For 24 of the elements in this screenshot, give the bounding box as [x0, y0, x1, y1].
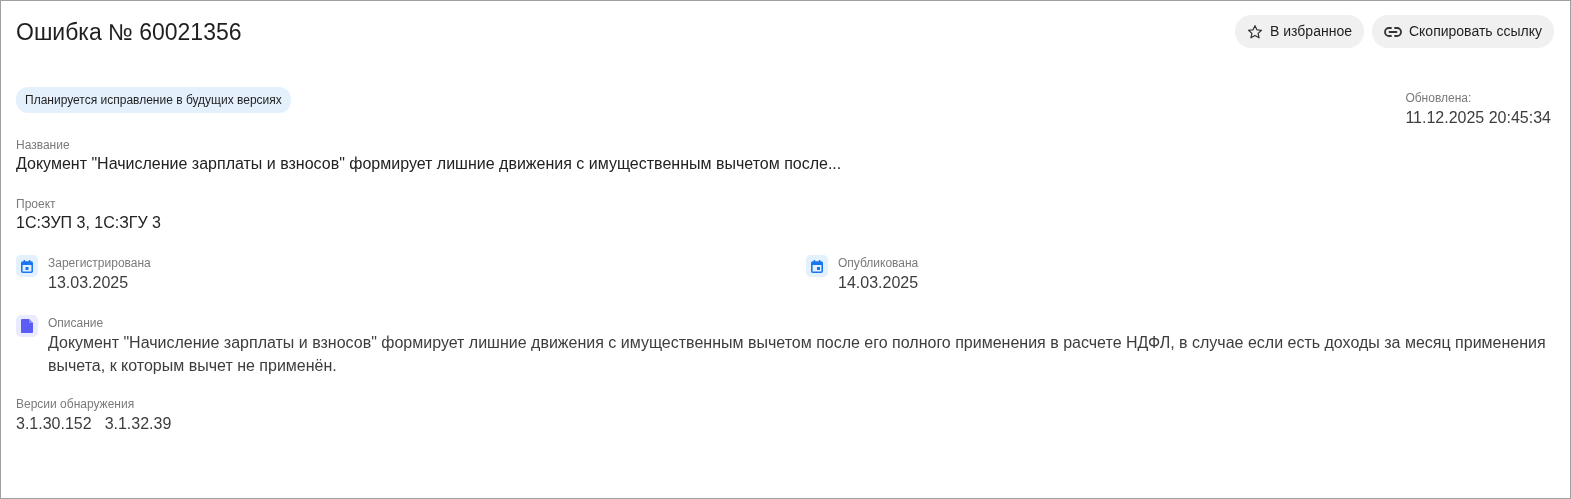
field-label: Зарегистрирована — [48, 255, 151, 271]
favorite-button[interactable]: В избранное — [1235, 15, 1364, 48]
field-label: Опубликована — [838, 255, 919, 271]
star-icon — [1247, 23, 1264, 40]
updated-label: Обновлена: — [1405, 90, 1473, 106]
version-number: 3.1.32.39 — [104, 414, 172, 434]
calendar-icon — [16, 255, 38, 277]
status-badge: Планируется исправление в будущих версиях — [16, 87, 291, 113]
version-number: 3.1.30.152 — [16, 414, 92, 434]
date-value: 14.03.2025 — [838, 273, 919, 293]
date-value: 13.03.2025 — [48, 273, 130, 293]
field-label: Название — [16, 137, 71, 153]
updated-date: 11.12.2025 20:45:34 — [1405, 108, 1551, 128]
description-text: Документ "Начисление зарплаты и взносов" формирует лишние движения с имущественным вычетом после его полного применения в расчете НДФЛ, в случае если есть доходы за месяц применения вычета, к которым вычет не применён. — [48, 333, 1547, 376]
calendar-icon — [806, 255, 828, 277]
link-icon — [1383, 26, 1402, 37]
page-title: Ошибка № 60021356 — [16, 18, 242, 47]
field-label: Версии обнаружения — [16, 396, 136, 412]
copy-link-button[interactable]: Скопировать ссылку — [1371, 15, 1554, 48]
field-value: Документ "Начисление зарплаты и взносов" формирует лишние движения с имущественным вычетом после... — [16, 154, 843, 174]
field-label: Проект — [16, 196, 57, 212]
field-value: 1С:ЗУП 3, 1С:ЗГУ 3 — [16, 213, 162, 233]
field-label: Описание — [48, 315, 105, 331]
document-icon — [16, 315, 38, 337]
